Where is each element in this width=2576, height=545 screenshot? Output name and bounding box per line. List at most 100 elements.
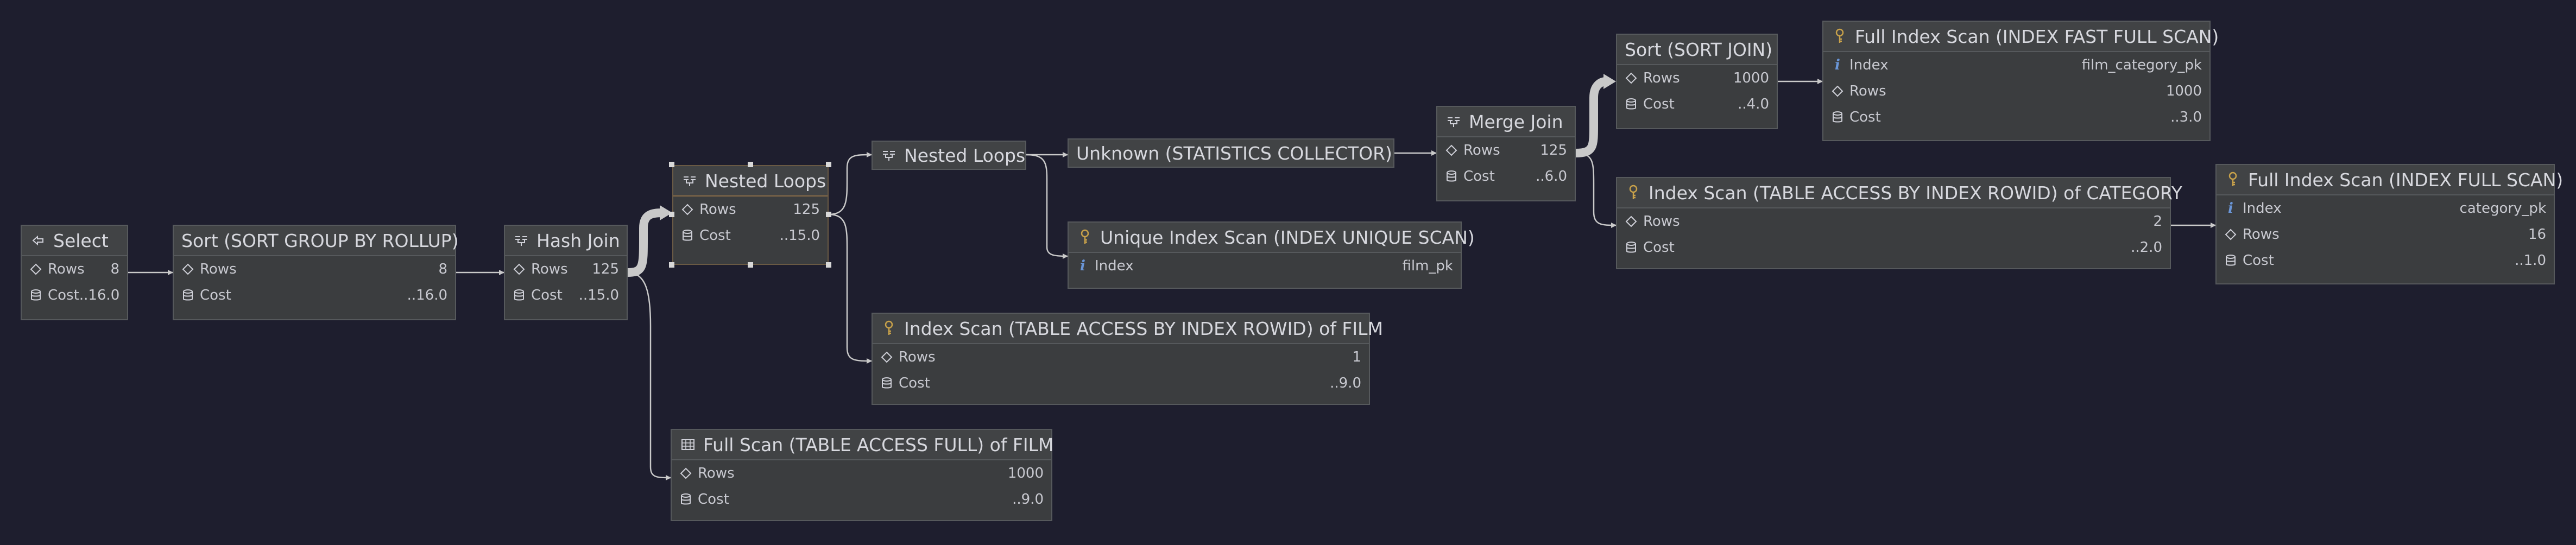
database-icon [1625,241,1638,254]
node-merge-join[interactable]: Merge Join Rows 125 Cost ..6.0 [1436,106,1576,201]
cost-value: ..15.0 [779,227,820,244]
resize-handle-se[interactable] [826,262,831,268]
node-title: Select [53,230,109,251]
resize-handle-nw[interactable] [669,162,674,167]
rows-value: 125 [1540,142,1567,159]
node-header: Index Scan (TABLE ACCESS BY INDEX ROWID)… [873,314,1383,344]
edge-merge-indexcat [1575,152,1617,228]
rows-label: Rows [1643,213,1680,230]
resize-handle-ne[interactable] [826,162,831,167]
diamond-icon [181,263,194,276]
node-title: Index Scan (TABLE ACCESS BY INDEX ROWID)… [904,318,1383,339]
resize-handle-e[interactable] [826,212,831,217]
cost-row: Cost ..9.0 [873,370,1369,396]
key-icon [1625,184,1642,201]
rows-value: 1000 [1733,70,1769,86]
key-icon [880,320,898,337]
join-icon [880,147,898,164]
edge-nl1-indexscanfilm [828,213,872,364]
node-sort-join[interactable]: Sort (SORT JOIN) Rows 1000 Cost ..4.0 [1616,34,1778,129]
node-header: Full Scan (TABLE ACCESS FULL) of FILM [672,430,1054,460]
node-full-index-full-scan[interactable]: Full Index Scan (INDEX FULL SCAN) i Inde… [2215,164,2563,284]
index-label: Index [2243,200,2282,217]
edge-nl2-unique [1026,154,1068,259]
cost-row: Cost ..16.0 [22,282,127,308]
node-title: Index Scan (TABLE ACCESS BY INDEX ROWID)… [1649,182,2182,204]
node-title: Merge Join [1469,111,1563,132]
diamond-icon [679,467,692,480]
key-icon [1076,229,1094,246]
node-index-scan-category[interactable]: Index Scan (TABLE ACCESS BY INDEX ROWID)… [1616,177,2182,269]
cost-value: ..16.0 [79,287,120,303]
info-icon: i [1080,258,1085,274]
node-nested-loops-selected[interactable]: Nested Loops Rows 125 Cost ..15.0 [672,165,829,265]
rows-label: Rows [48,261,85,277]
database-icon [1625,98,1638,111]
cost-label: Cost [1849,109,1881,125]
node-header: Nested Loops [873,142,1025,169]
diamond-icon [880,351,893,364]
rows-value: 16 [2528,226,2546,243]
rows-row: Rows 8 [174,256,455,282]
resize-handle-n[interactable] [748,162,753,167]
rows-row: Rows 125 [673,197,828,223]
cost-value: ..3.0 [2170,109,2202,125]
database-icon [181,289,194,302]
rows-row: Rows 8 [22,256,127,282]
diamond-icon [513,263,526,276]
arrowhead-sortjoin [1603,74,1616,89]
node-header: Index Scan (TABLE ACCESS BY INDEX ROWID)… [1617,178,2182,208]
index-label: Index [1095,258,1134,274]
rows-row: Rows 125 [505,256,627,282]
node-title: Unknown (STATISTICS COLLECTOR) [1076,142,1392,164]
node-sort-rollup[interactable]: Sort (SORT GROUP BY ROLLUP) Rows 8 Cost … [173,225,459,320]
rows-label: Rows [2243,226,2280,243]
join-icon [1445,113,1462,130]
node-unknown-statistics-collector[interactable]: Unknown (STATISTICS COLLECTOR) [1068,138,1394,168]
cost-row: Cost ..1.0 [2217,248,2554,274]
resize-handle-sw[interactable] [669,262,674,268]
cost-row: Cost ..3.0 [1823,104,2209,130]
rows-value: 1 [1352,349,1361,365]
rows-label: Rows [899,349,936,365]
node-title: Sort (SORT GROUP BY ROLLUP) [181,230,459,251]
info-icon: i [1835,57,1840,73]
rows-row: Rows 1000 [1823,78,2209,104]
node-full-index-fast-full-scan[interactable]: Full Index Scan (INDEX FAST FULL SCAN) i… [1822,21,2219,141]
node-hash-join[interactable]: Hash Join Rows 125 Cost ..15.0 [504,225,628,320]
node-full-scan-film[interactable]: Full Scan (TABLE ACCESS FULL) of FILM Ro… [671,429,1054,521]
diamond-icon [2224,228,2237,241]
index-value: film_category_pk [2081,57,2202,73]
node-header: Sort (SORT JOIN) [1617,35,1777,65]
cost-label: Cost [2243,252,2274,269]
node-title: Hash Join [536,230,620,251]
table-icon [679,436,697,453]
diamond-icon [1625,215,1638,228]
cost-label: Cost [531,287,563,303]
node-nested-loops[interactable]: Nested Loops [872,141,1026,170]
cost-value: ..1.0 [2515,252,2546,269]
database-icon [29,289,42,302]
node-title: Nested Loops [705,170,826,192]
resize-handle-w[interactable] [669,212,674,217]
rows-row: Rows 1000 [1617,65,1777,91]
resize-handle-s[interactable] [748,262,753,268]
node-header: Select [22,226,127,256]
rows-label: Rows [531,261,568,277]
cost-row: Cost ..16.0 [174,282,455,308]
node-title: Unique Index Scan (INDEX UNIQUE SCAN) [1100,226,1475,248]
node-header: Hash Join [505,226,627,256]
rows-row: Rows 16 [2217,221,2554,248]
node-index-scan-film[interactable]: Index Scan (TABLE ACCESS BY INDEX ROWID)… [872,313,1383,405]
database-icon [679,493,692,506]
node-select[interactable]: Select Rows 8 Cost ..16.0 [21,225,128,320]
cost-value: ..2.0 [2131,239,2162,256]
edge-hashjoin-fullscanfilm [627,271,671,480]
join-icon [513,232,530,249]
node-unique-index-scan[interactable]: Unique Index Scan (INDEX UNIQUE SCAN) i … [1068,221,1475,289]
diamond-icon [29,263,42,276]
cost-label: Cost [698,491,729,508]
rows-value: 2 [2153,213,2162,230]
cost-row: Cost ..15.0 [505,282,627,308]
cost-label: Cost [200,287,231,303]
